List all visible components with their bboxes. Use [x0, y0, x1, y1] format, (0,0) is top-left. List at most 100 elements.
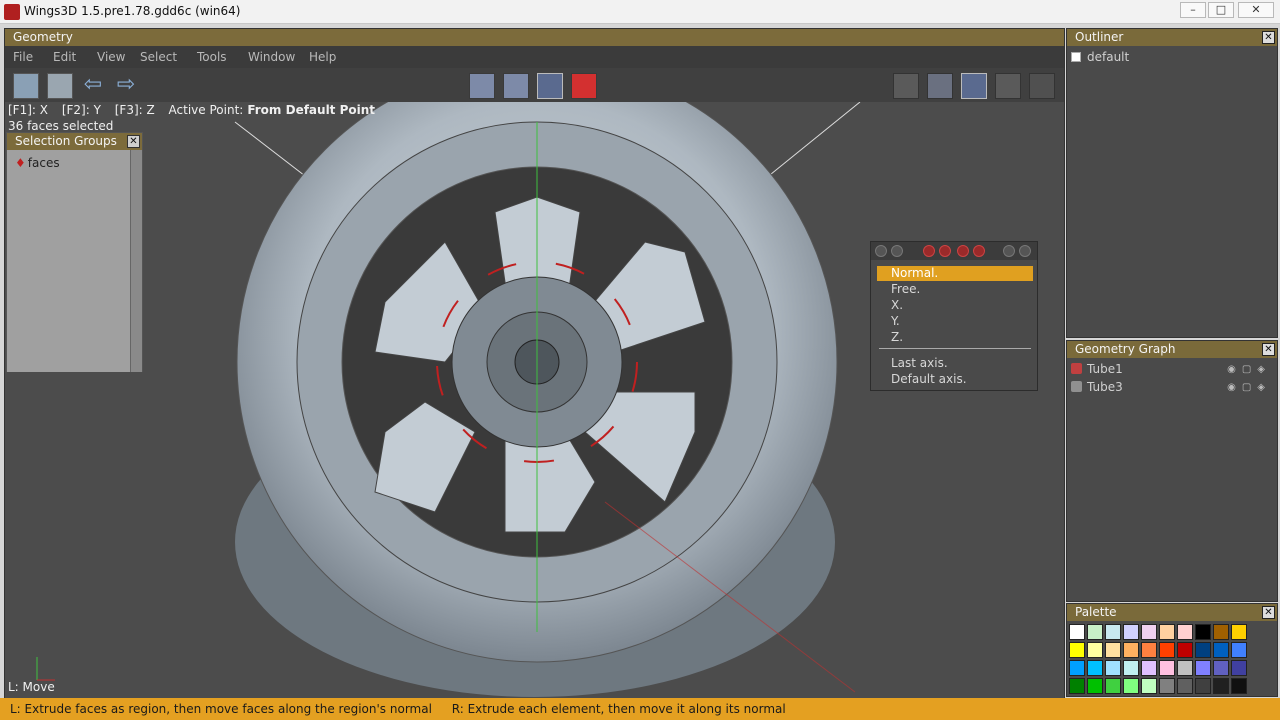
geometry-graph-header[interactable]: Geometry Graph [1067, 341, 1277, 358]
menu-file[interactable]: File [13, 50, 33, 64]
smooth-shading-icon[interactable] [927, 73, 953, 99]
menu-view[interactable]: View [97, 50, 125, 64]
minimize-button[interactable]: – [1180, 2, 1206, 18]
palette-swatch[interactable] [1231, 660, 1247, 676]
palette-swatch[interactable] [1105, 678, 1121, 694]
selection-groups-header[interactable]: Selection Groups [7, 133, 142, 150]
outliner-close-button[interactable]: ✕ [1262, 31, 1275, 44]
palette-swatch[interactable] [1087, 660, 1103, 676]
palette-swatch[interactable] [1159, 642, 1175, 658]
material-checkbox-icon[interactable] [1071, 52, 1081, 62]
geometry-graph-close-button[interactable]: ✕ [1262, 343, 1275, 356]
palette-swatch[interactable] [1141, 642, 1157, 658]
body-select-mode-icon[interactable] [571, 73, 597, 99]
geometry-graph-item[interactable]: Tube1 ◉▢◈ [1071, 362, 1271, 380]
popup-item-last-axis[interactable]: Last axis. [891, 356, 948, 370]
palette-swatch[interactable] [1105, 642, 1121, 658]
popup-options-icon[interactable] [1003, 245, 1015, 257]
vertex-select-mode-icon[interactable] [469, 73, 495, 99]
palette-swatch[interactable] [1195, 642, 1211, 658]
selection-groups-scrollbar[interactable] [130, 150, 142, 372]
popup-left-icon[interactable] [875, 245, 887, 257]
geometry-graph-item[interactable]: Tube3 ◉▢◈ [1071, 380, 1271, 398]
popup-body-icon[interactable] [973, 245, 985, 257]
popup-item-normal[interactable]: Normal. [877, 266, 1033, 281]
menu-edit[interactable]: Edit [53, 50, 76, 64]
maximize-button[interactable]: □ [1208, 2, 1234, 18]
menu-tools[interactable]: Tools [197, 50, 227, 64]
palette-swatch[interactable] [1195, 624, 1211, 640]
palette-swatch[interactable] [1069, 624, 1085, 640]
palette-swatch[interactable] [1159, 678, 1175, 694]
palette-swatch[interactable] [1087, 642, 1103, 658]
palette-swatch[interactable] [1231, 678, 1247, 694]
show-axes-icon[interactable] [1029, 73, 1055, 99]
show-info-icon[interactable] [893, 73, 919, 99]
palette-swatch[interactable] [1159, 660, 1175, 676]
palette-swatch[interactable] [1105, 624, 1121, 640]
popup-face-icon[interactable] [957, 245, 969, 257]
ortho-view-icon[interactable] [961, 73, 987, 99]
menu-help[interactable]: Help [309, 50, 336, 64]
menu-select[interactable]: Select [140, 50, 177, 64]
popup-item-free[interactable]: Free. [891, 282, 920, 296]
palette-swatch[interactable] [1087, 678, 1103, 694]
palette-swatch[interactable] [1087, 624, 1103, 640]
palette-close-button[interactable]: ✕ [1262, 606, 1275, 619]
palette-swatch[interactable] [1123, 660, 1139, 676]
palette-swatch[interactable] [1177, 678, 1193, 694]
popup-vertex-icon[interactable] [923, 245, 935, 257]
popup-right-icon[interactable] [891, 245, 903, 257]
3d-viewport[interactable]: [F1]: X [F2]: Y [F3]: Z Active Point: Fro… [5, 102, 1064, 699]
palette-swatch[interactable] [1213, 642, 1229, 658]
palette-swatch[interactable] [1105, 660, 1121, 676]
palette-swatch[interactable] [1123, 624, 1139, 640]
palette-header[interactable]: Palette [1067, 604, 1277, 621]
save-file-icon[interactable] [47, 73, 73, 99]
show-grid-icon[interactable] [995, 73, 1021, 99]
outliner-header[interactable]: Outliner [1067, 29, 1277, 46]
selection-groups-close-button[interactable]: ✕ [127, 135, 140, 148]
palette-swatch[interactable] [1195, 678, 1211, 694]
close-button[interactable]: ✕ [1238, 2, 1274, 18]
palette-swatch[interactable] [1213, 624, 1229, 640]
redo-arrow-icon[interactable]: ⇨ [113, 73, 139, 99]
popup-edge-icon[interactable] [939, 245, 951, 257]
geometry-header[interactable]: Geometry [5, 29, 1064, 46]
popup-item-z[interactable]: Z. [891, 330, 903, 344]
selection-group-item[interactable]: ♦ faces [15, 156, 60, 170]
popup-separator [879, 348, 1031, 349]
popup-help-icon[interactable] [1019, 245, 1031, 257]
palette-swatch[interactable] [1123, 642, 1139, 658]
palette-swatch[interactable] [1177, 660, 1193, 676]
palette-swatch[interactable] [1231, 642, 1247, 658]
popup-item-y[interactable]: Y. [891, 314, 900, 328]
menu-window[interactable]: Window [248, 50, 295, 64]
palette-swatch[interactable] [1213, 660, 1229, 676]
palette-swatch[interactable] [1177, 642, 1193, 658]
undo-arrow-icon[interactable]: ⇦ [80, 73, 106, 99]
palette-swatch[interactable] [1123, 678, 1139, 694]
palette-swatch[interactable] [1159, 624, 1175, 640]
popup-item-default-axis[interactable]: Default axis. [891, 372, 967, 386]
palette-swatch[interactable] [1141, 678, 1157, 694]
palette-swatch[interactable] [1069, 660, 1085, 676]
object-icon [1071, 381, 1082, 392]
window-title: Wings3D 1.5.pre1.78.gdd6c (win64) [24, 4, 241, 18]
palette-swatch[interactable] [1069, 642, 1085, 658]
palette-swatch[interactable] [1231, 624, 1247, 640]
outliner-item[interactable]: default [1071, 50, 1129, 64]
visibility-lock-icons[interactable]: ◉▢◈ [1227, 382, 1271, 393]
popup-item-x[interactable]: X. [891, 298, 903, 312]
palette-swatch[interactable] [1195, 660, 1211, 676]
edge-select-mode-icon[interactable] [503, 73, 529, 99]
face-select-mode-icon[interactable] [537, 73, 563, 99]
palette-swatch[interactable] [1069, 678, 1085, 694]
open-file-icon[interactable] [13, 73, 39, 99]
visibility-lock-icons[interactable]: ◉▢◈ [1227, 364, 1271, 375]
palette-swatch[interactable] [1177, 624, 1193, 640]
palette-title: Palette [1075, 605, 1117, 619]
palette-swatch[interactable] [1141, 624, 1157, 640]
palette-swatch[interactable] [1213, 678, 1229, 694]
palette-swatch[interactable] [1141, 660, 1157, 676]
